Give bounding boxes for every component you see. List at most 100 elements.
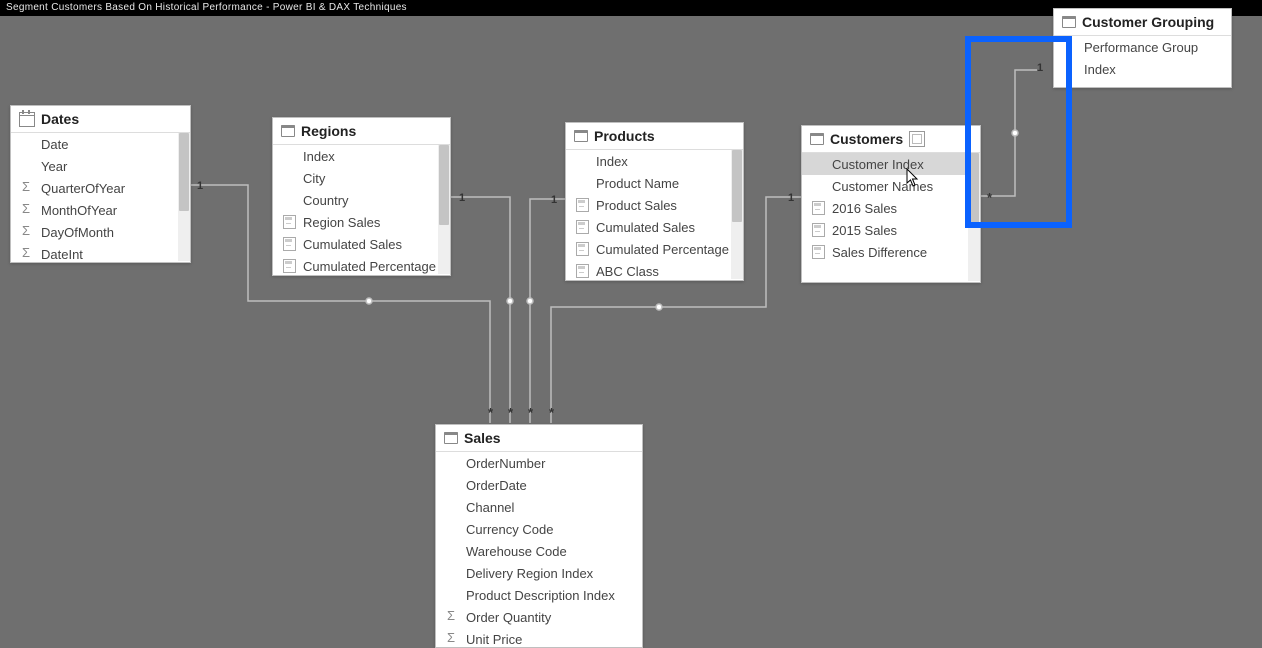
calculator-icon (576, 242, 590, 256)
table-body[interactable]: Customer Index Customer Names 2016 Sales 20… (802, 153, 980, 281)
table-header[interactable]: Sales (436, 425, 642, 452)
table-header[interactable]: Regions (273, 118, 450, 145)
calculator-icon (812, 223, 826, 237)
table-icon (444, 432, 458, 444)
scrollbar[interactable] (438, 145, 450, 274)
calculator-icon (283, 215, 297, 229)
field-row[interactable]: Cumulated Sales (273, 233, 450, 255)
table-header[interactable]: Dates (11, 106, 190, 133)
field-row[interactable]: 2015 Sales (802, 219, 980, 241)
field-row[interactable]: Product Description Index (436, 584, 642, 606)
table-grouping[interactable]: Customer Grouping Performance Group Index (1053, 8, 1232, 88)
table-title: Sales (464, 430, 501, 446)
table-dates[interactable]: Dates Date Year QuarterOfYearMonthOfYear Day… (10, 105, 191, 263)
scrollbar-thumb[interactable] (179, 133, 189, 211)
table-icon (574, 130, 588, 142)
field-row[interactable]: City (273, 167, 450, 189)
field-row[interactable]: Cumulated Sales (566, 216, 743, 238)
field-row[interactable]: Currency Code (436, 518, 642, 540)
field-label: Index (1084, 62, 1116, 77)
field-row[interactable]: OrderNumber (436, 452, 642, 474)
field-label: Sales Difference (832, 245, 927, 260)
field-row[interactable]: Sales Difference (802, 241, 980, 263)
scrollbar-thumb[interactable] (969, 153, 979, 223)
field-label: Order Quantity (466, 610, 551, 625)
field-label: Product Sales (596, 198, 677, 213)
table-sales[interactable]: Sales OrderNumber OrderDate Channel Currency… (435, 424, 643, 648)
field-row[interactable]: Year (11, 155, 190, 177)
scrollbar[interactable] (968, 153, 980, 281)
field-label: OrderNumber (466, 456, 545, 471)
field-row[interactable]: MonthOfYear (11, 199, 190, 221)
table-body[interactable]: IndexCity Country Region Sales Cumulated Sa… (273, 145, 450, 274)
relationship-cardinality: 1 (1037, 63, 1043, 74)
table-body[interactable]: IndexProduct Name Product Sales Cumulated … (566, 150, 743, 279)
table-body[interactable]: OrderNumber OrderDate Channel Currency Code… (436, 452, 642, 646)
field-label: Cumulated Sales (303, 237, 402, 252)
field-row[interactable]: QuarterOfYear (11, 177, 190, 199)
table-header[interactable]: Customer Grouping (1054, 9, 1231, 36)
table-body[interactable]: Date Year QuarterOfYearMonthOfYear DayOfMon… (11, 133, 190, 261)
field-row[interactable]: Customer Index (802, 153, 980, 175)
calculator-icon (812, 245, 826, 259)
field-row[interactable]: Index (273, 145, 450, 167)
field-label: Country (303, 193, 349, 208)
field-row[interactable]: Cumulated Percentage (566, 238, 743, 260)
field-row[interactable]: 2016 Sales (802, 197, 980, 219)
field-label: Date (41, 137, 68, 152)
field-label: 2015 Sales (832, 223, 897, 238)
field-label: Performance Group (1084, 40, 1198, 55)
field-row[interactable]: DayOfMonth (11, 221, 190, 243)
relationship-cardinality: * (987, 191, 992, 204)
calculator-icon (283, 237, 297, 251)
field-row[interactable]: OrderDate (436, 474, 642, 496)
field-label: DateInt (41, 247, 83, 262)
table-header[interactable]: Customers (802, 126, 980, 153)
field-label: DayOfMonth (41, 225, 114, 240)
field-row[interactable]: Product Sales (566, 194, 743, 216)
table-header[interactable]: Products (566, 123, 743, 150)
table-customers[interactable]: Customers Customer Index Customer Names 201… (801, 125, 981, 283)
field-label: Year (41, 159, 67, 174)
table-icon (281, 125, 295, 137)
field-row[interactable]: Channel (436, 496, 642, 518)
field-row[interactable]: Index (566, 150, 743, 172)
relationship-cardinality: 1 (197, 181, 203, 192)
field-row[interactable]: ABC Class (566, 260, 743, 279)
field-label: Unit Price (466, 632, 522, 647)
diagram-canvas[interactable]: 1111*1**** DatesDateYearQuarterOfYearMon… (0, 16, 1262, 646)
field-row[interactable]: Date (11, 133, 190, 155)
field-row[interactable]: Product Name (566, 172, 743, 194)
date-table-icon (19, 112, 35, 127)
scrollbar[interactable] (731, 150, 743, 279)
scrollbar-thumb[interactable] (732, 150, 742, 222)
field-row[interactable]: DateInt (11, 243, 190, 261)
scrollbar[interactable] (178, 133, 190, 261)
field-row[interactable]: Region Sales (273, 211, 450, 233)
relationship-cardinality: * (488, 406, 493, 419)
field-row[interactable]: Warehouse Code (436, 540, 642, 562)
table-title: Customers (830, 131, 903, 147)
field-label: Customer Names (832, 179, 933, 194)
field-label: Cumulated Sales (596, 220, 695, 235)
field-row[interactable]: Unit Price (436, 628, 642, 646)
field-row[interactable]: Cumulated Percentage (273, 255, 450, 274)
relationship-cardinality: 1 (551, 195, 557, 206)
field-label: ABC Class (596, 264, 659, 279)
field-label: Channel (466, 500, 514, 515)
field-row[interactable]: Index (1054, 58, 1231, 80)
scrollbar-thumb[interactable] (439, 145, 449, 225)
field-row[interactable]: Order Quantity (436, 606, 642, 628)
sigma-icon (21, 247, 35, 261)
table-products[interactable]: ProductsIndexProduct Name Product Sales Cu… (565, 122, 744, 281)
field-row[interactable]: Performance Group (1054, 36, 1231, 58)
field-row[interactable]: Customer Names (802, 175, 980, 197)
table-body[interactable]: Performance Group Index (1054, 36, 1231, 86)
table-regions[interactable]: RegionsIndexCity Country Region Sales Cumul… (272, 117, 451, 276)
relationship-cardinality: 1 (788, 193, 794, 204)
field-row[interactable]: Delivery Region Index (436, 562, 642, 584)
sigma-icon (21, 181, 35, 195)
field-row[interactable]: Country (273, 189, 450, 211)
field-label: Currency Code (466, 522, 553, 537)
field-label: Product Description Index (466, 588, 615, 603)
